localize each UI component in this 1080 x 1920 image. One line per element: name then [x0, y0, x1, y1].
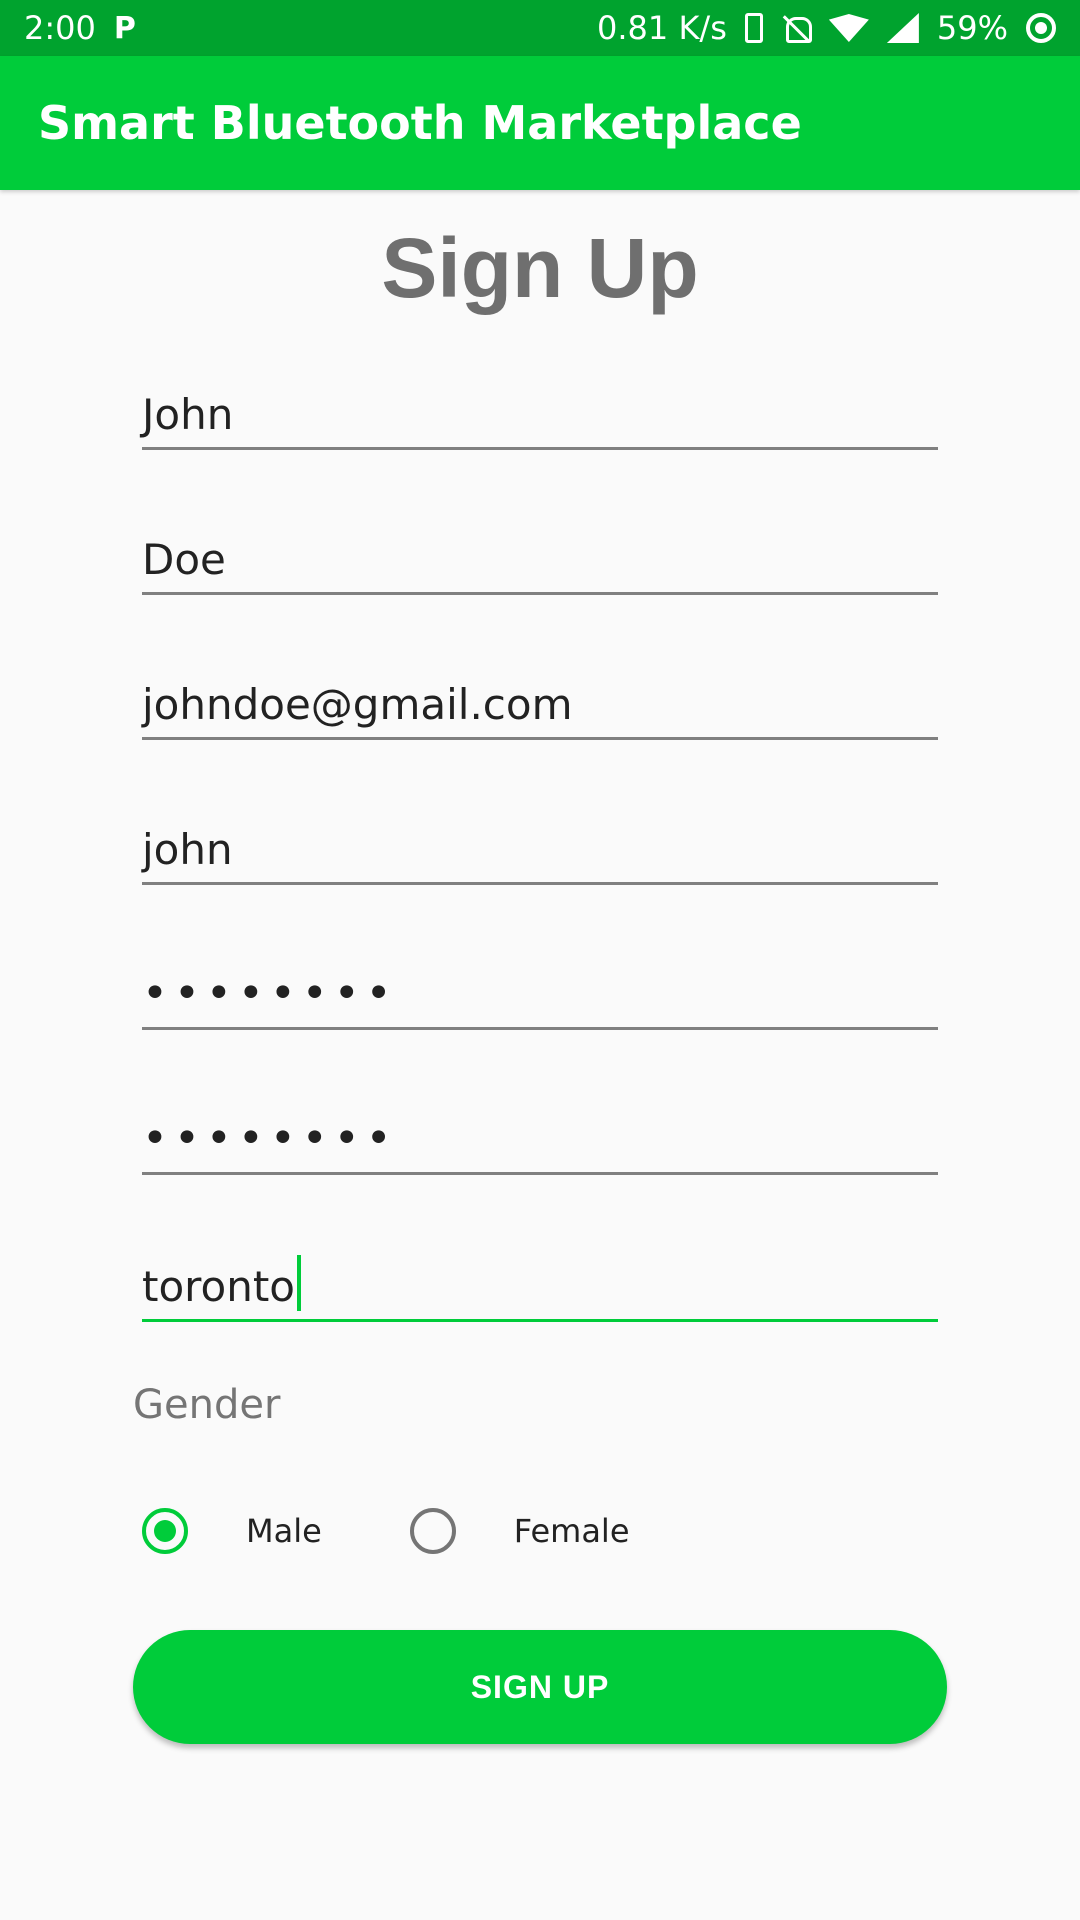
female-label[interactable]: Female	[514, 1512, 630, 1550]
battery-ring-icon	[1026, 13, 1056, 43]
last-name-field[interactable]: Doe	[142, 515, 938, 595]
parking-app-icon: P	[113, 10, 136, 46]
status-bar: 2:00 P 0.81 K/s 59%	[0, 0, 1080, 56]
sign-up-button[interactable]: SIGN UP	[133, 1630, 947, 1744]
confirm-password-value: ••••••••	[142, 1113, 398, 1164]
email-field[interactable]: johndoe@gmail.com	[142, 660, 938, 740]
first-name-value: John	[142, 390, 234, 439]
female-radio[interactable]	[409, 1508, 456, 1554]
app-title: Smart Bluetooth Marketplace	[38, 96, 802, 150]
bell-off-icon	[781, 13, 812, 43]
signal-icon	[886, 13, 919, 43]
last-name-value: Doe	[142, 535, 226, 584]
confirm-password-field[interactable]: ••••••••	[142, 1095, 938, 1175]
gender-label: Gender	[133, 1382, 281, 1428]
first-name-field[interactable]: John	[142, 370, 938, 450]
page-title: Sign Up	[381, 221, 699, 315]
city-value: toronto	[142, 1262, 295, 1311]
status-time: 2:00	[24, 9, 96, 47]
username-field[interactable]: john	[142, 805, 938, 885]
app-bar: Smart Bluetooth Marketplace	[0, 56, 1080, 190]
wifi-icon	[828, 14, 869, 42]
city-field[interactable]: toronto	[142, 1242, 938, 1322]
male-radio[interactable]	[142, 1508, 188, 1554]
email-value: johndoe@gmail.com	[142, 680, 573, 729]
gender-radio-group: Male Female	[142, 1508, 630, 1554]
text-cursor	[297, 1255, 301, 1311]
male-label[interactable]: Male	[246, 1512, 322, 1550]
password-field[interactable]: ••••••••	[142, 950, 938, 1030]
battery-percent: 59%	[936, 9, 1008, 47]
password-value: ••••••••	[142, 968, 398, 1019]
username-value: john	[142, 825, 233, 874]
network-speed: 0.81 K/s	[597, 9, 727, 47]
phone-icon	[744, 13, 763, 43]
